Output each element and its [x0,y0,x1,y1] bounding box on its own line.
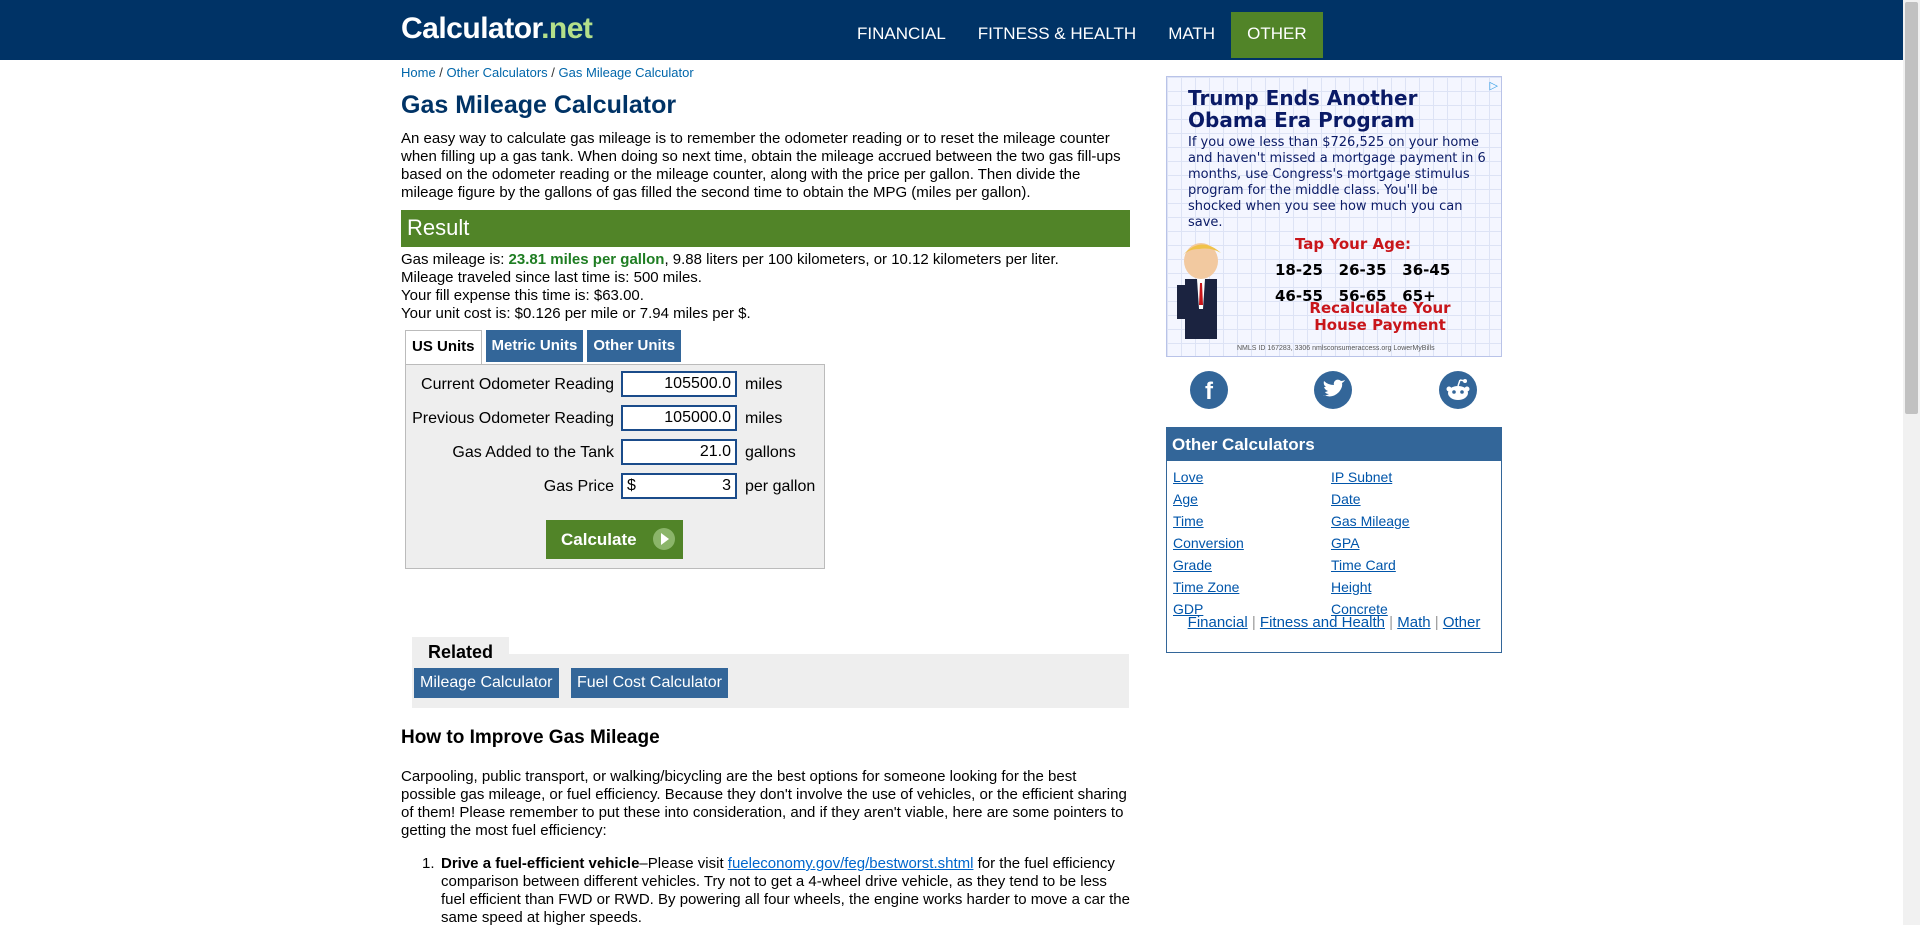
oc-link-date[interactable]: Date [1331,491,1361,507]
oc-footer-math[interactable]: Math [1397,614,1430,631]
result-heading: Result [401,210,1130,247]
site-header: Calculator.net FINANCIAL FITNESS & HEALT… [0,0,1903,60]
nav-math[interactable]: MATH [1152,12,1231,58]
gas-price-label: Gas Price [543,478,614,495]
main-content: Home / Other Calculators / Gas Mileage C… [401,60,1130,569]
result-mileage-suffix: , 9.88 liters per 100 kilometers, or 10.… [664,251,1059,268]
tip-number: 1. [422,855,435,872]
result-text: Gas mileage is: 23.81 miles per gallon, … [401,251,1130,323]
oc-footer-financial[interactable]: Financial [1188,614,1248,631]
svg-text:f: f [1205,378,1214,405]
tip-dash: –Please visit [639,855,728,872]
oc-link-age[interactable]: Age [1173,491,1198,507]
current-odometer-input[interactable]: 105500.0 [621,371,737,397]
oc-link-time-card[interactable]: Time Card [1331,557,1396,573]
breadcrumb-home[interactable]: Home [401,65,436,80]
oc-footer-fitness-health[interactable]: Fitness and Health [1260,614,1385,631]
row-gas-price: Gas Price $ 3 per gallon [406,473,824,503]
breadcrumb-current[interactable]: Gas Mileage Calculator [559,65,694,80]
calculator-form: Current Odometer Reading 105500.0 miles … [405,364,825,569]
page-scrollbar[interactable] [1903,0,1920,925]
previous-odometer-label: Previous Odometer Reading [412,410,614,427]
ad-body: If you owe less than $726,525 on your ho… [1188,135,1486,230]
gas-added-unit: gallons [745,444,796,461]
result-line-distance: Mileage traveled since last time is: 500… [401,269,702,286]
tips-list: 1. Drive a fuel-efficient vehicle–Please… [422,855,1130,927]
gas-price-input[interactable]: $ 3 [621,473,737,499]
site-logo[interactable]: Calculator.net [401,12,593,46]
ad-tap-label: Tap Your Age: [1295,235,1411,253]
scrollbar-thumb[interactable] [1905,2,1918,414]
result-line-expense: Your fill expense this time is: $63.00. [401,287,644,304]
adchoices-icon[interactable]: ▷ [1490,79,1498,92]
related-fuel-cost-calculator[interactable]: Fuel Cost Calculator [571,668,728,698]
breadcrumb: Home / Other Calculators / Gas Mileage C… [401,65,694,80]
nav-other[interactable]: OTHER [1231,12,1323,58]
oc-link-time[interactable]: Time [1173,513,1204,529]
row-previous-odometer: Previous Odometer Reading 105000.0 miles [406,405,824,435]
result-line-unit-cost: Your unit cost is: $0.126 per mile or 7.… [401,305,751,322]
oc-link-gas-mileage[interactable]: Gas Mileage [1331,513,1410,529]
advertisement[interactable]: ▷ Trump Ends Another Obama Era Program I… [1166,76,1502,357]
other-calculators-heading: Other Calculators [1167,428,1501,461]
oc-link-gpa[interactable]: GPA [1331,535,1360,551]
current-odometer-label: Current Odometer Reading [421,376,614,393]
other-calculators-footer: Financial | Fitness and Health | Math | … [1187,614,1481,631]
page-title: Gas Mileage Calculator [401,91,677,119]
result-line-mileage: Gas mileage is: 23.81 miles per gallon, … [401,251,1130,269]
nav-fitness-health[interactable]: FITNESS & HEALTH [962,12,1152,58]
tab-metric-units[interactable]: Metric Units [485,330,584,362]
gas-added-label: Gas Added to the Tank [452,444,614,461]
calculate-label: Calculate [561,530,637,549]
row-gas-added: Gas Added to the Tank 21.0 gallons [406,439,824,469]
oc-footer-other[interactable]: Other [1443,614,1481,631]
nav-financial[interactable]: FINANCIAL [841,12,962,58]
result-mileage-prefix: Gas mileage is: [401,251,509,268]
unit-tabs: US Units Metric Units Other Units [401,330,1130,364]
current-odometer-unit: miles [745,376,783,393]
related-box: Mileage Calculator Fuel Cost Calculator [412,654,1129,708]
oc-link-love[interactable]: Love [1173,469,1203,485]
tab-other-units[interactable]: Other Units [587,330,682,362]
logo-suffix: .net [541,12,593,45]
main-nav: FINANCIAL FITNESS & HEALTH MATH OTHER [841,12,1323,58]
oc-link-ip-subnet[interactable]: IP Subnet [1331,469,1392,485]
related-mileage-calculator[interactable]: Mileage Calculator [414,668,559,698]
gas-added-input[interactable]: 21.0 [621,439,737,465]
calculate-button[interactable]: Calculate [546,520,683,559]
logo-main: Calculator [401,12,542,45]
oc-link-grade[interactable]: Grade [1173,557,1212,573]
previous-odometer-input[interactable]: 105000.0 [621,405,737,431]
oc-link-time-zone[interactable]: Time Zone [1173,579,1239,595]
ad-headline: Trump Ends Another Obama Era Program [1188,86,1418,132]
other-calculators-box: Other Calculators Love Age Time Conversi… [1166,427,1502,653]
previous-odometer-unit: miles [745,410,783,427]
improve-mileage-heading: How to Improve Gas Mileage [401,727,660,748]
fueleconomy-link[interactable]: fueleconomy.gov/feg/bestworst.shtml [728,855,974,872]
intro-text: An easy way to calculate gas mileage is … [401,130,1121,201]
result-mpg-value: 23.81 miles per gallon [508,251,665,268]
tab-us-units[interactable]: US Units [405,330,482,364]
ad-recalculate[interactable]: Recalculate Your House Payment [1295,300,1465,334]
ad-fine-print: NMLS ID 167283, 3306 nmlsconsumeraccess.… [1237,345,1435,352]
gas-price-currency: $ [627,477,636,494]
breadcrumb-other-calculators[interactable]: Other Calculators [447,65,548,80]
gas-price-unit: per gallon [745,478,816,495]
oc-link-height[interactable]: Height [1331,579,1371,595]
improve-mileage-paragraph: Carpooling, public transport, or walking… [401,768,1127,839]
oc-link-conversion[interactable]: Conversion [1173,535,1244,551]
row-current-odometer: Current Odometer Reading 105500.0 miles [406,371,824,401]
related-heading: Related [412,637,510,663]
facebook-icon[interactable]: f [1190,371,1228,409]
ad-age-row-1[interactable]: 18-25 26-35 36-45 [1275,257,1475,283]
reddit-icon[interactable] [1439,371,1477,409]
play-icon [653,528,675,550]
tip-item: Drive a fuel-efficient vehicle–Please vi… [441,855,1130,926]
ad-cartoon-figure [1177,243,1221,339]
twitter-icon[interactable] [1314,371,1352,409]
tip-title: Drive a fuel-efficient vehicle [441,855,640,872]
gas-price-value: 3 [722,477,731,494]
